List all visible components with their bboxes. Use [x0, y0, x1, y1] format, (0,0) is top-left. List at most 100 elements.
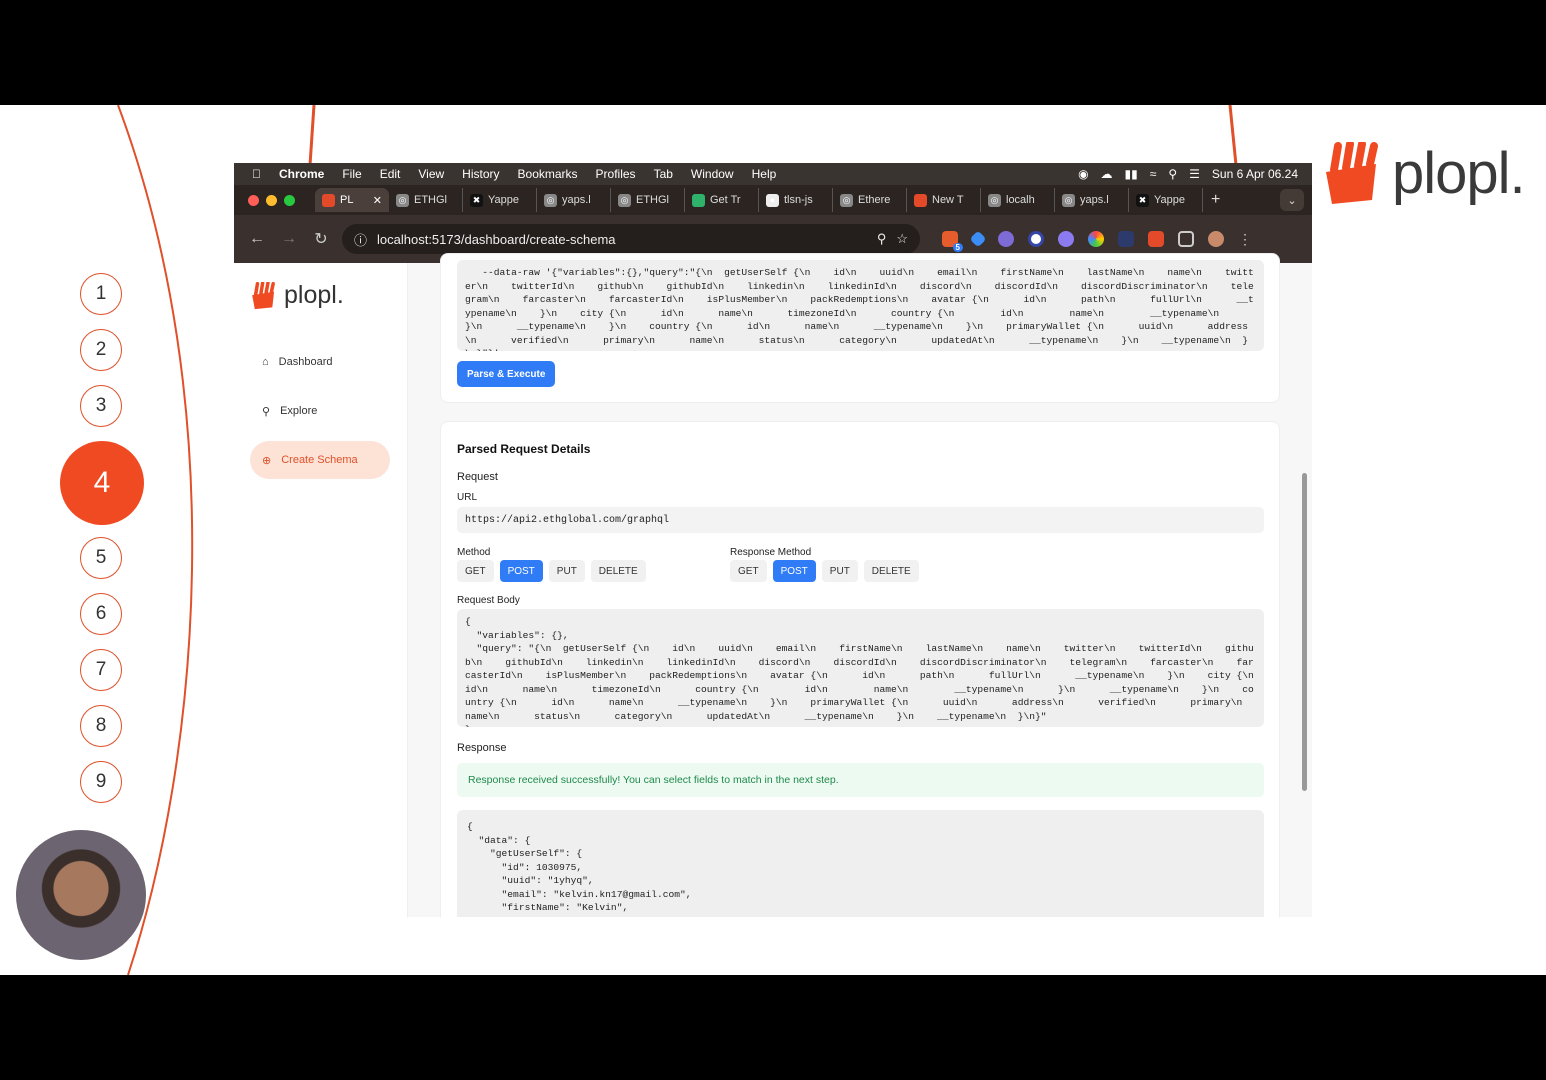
curl-input-card: --data-raw '{"variables":{},"query":"{\n… [440, 253, 1280, 403]
zoom-icon[interactable]: ⚲ [877, 231, 887, 247]
page-scrollbar[interactable] [1302, 473, 1307, 791]
url-label: URL [457, 492, 478, 503]
response-method-get-button[interactable]: GET [730, 560, 767, 582]
step-1: 1 [80, 273, 122, 315]
back-arrow-icon[interactable]: ← [246, 230, 268, 248]
method-label: Method [457, 547, 491, 558]
menu-window[interactable]: Window [691, 167, 734, 181]
extension-circle-icon[interactable] [1028, 231, 1044, 247]
sidebar-item-explore[interactable]: ⚲ Explore [250, 392, 390, 430]
step-3: 3 [80, 385, 122, 427]
browser-tab-label: Ethere [858, 194, 891, 206]
bookmark-star-icon[interactable]: ☆ [896, 231, 908, 247]
x-icon: ✖ [470, 193, 483, 207]
browser-tab[interactable]: ✖ Yappe [463, 188, 537, 212]
control-center-icon[interactable]: ☰ [1189, 167, 1200, 181]
step-2: 2 [80, 329, 122, 371]
home-icon: ⌂ [262, 356, 269, 368]
close-window-button[interactable] [248, 194, 259, 206]
extension-fox-icon[interactable]: 5 [942, 231, 963, 252]
window-controls [248, 194, 295, 206]
extension-bird-icon[interactable] [998, 231, 1014, 247]
method-put-button[interactable]: PUT [548, 560, 585, 582]
response-heading: Response [457, 742, 507, 754]
url-text[interactable]: localhost:5173/dashboard/create-schema [377, 232, 867, 247]
sidebar-item-label: Dashboard [278, 356, 333, 368]
response-method-put-button[interactable]: PUT [821, 560, 858, 582]
apple-icon[interactable]:  [252, 167, 261, 181]
menu-clock[interactable]: Sun 6 Apr 06.24 [1212, 167, 1298, 181]
browser-tab-label: Yappe [488, 194, 519, 206]
method-delete-button[interactable]: DELETE [590, 560, 646, 582]
extensions-puzzle-icon[interactable] [1178, 231, 1194, 247]
search-icon[interactable]: ⚲ [1168, 167, 1177, 181]
tab-strip: PL ✕ ◎ ETHGl ✖ Yappe ◎ yaps.l ◎ ETHGl Get Tr ● tlsn-… [315, 188, 1203, 212]
battery-icon[interactable]: ▮▮ [1125, 167, 1138, 181]
menu-view[interactable]: View [418, 167, 444, 181]
browser-tab[interactable]: ◎ ETHGl [389, 188, 463, 212]
wifi-icon[interactable]: ≈ [1150, 167, 1157, 181]
browser-tab[interactable]: ✖ Yappe [1129, 188, 1203, 212]
forward-arrow-icon[interactable]: → [278, 230, 300, 248]
site-info-icon[interactable]: ⓘ [354, 230, 367, 249]
menu-help[interactable]: Help [752, 167, 777, 181]
browser-tab[interactable]: ◎ yaps.l [1055, 188, 1129, 212]
new-tab-icon[interactable]: + [1211, 191, 1220, 209]
globe-icon: ◎ [988, 193, 1001, 207]
sidebar-item-create-schema[interactable]: ⊕ Create Schema [250, 441, 390, 479]
extension-color-icon[interactable] [1088, 231, 1104, 247]
response-method-post-button[interactable]: POST [772, 560, 816, 582]
profile-avatar[interactable] [1208, 231, 1224, 247]
browser-tab[interactable]: ◎ localh [981, 188, 1055, 212]
browser-tab[interactable]: ◎ Ethere [833, 188, 907, 212]
extension-diamond-icon[interactable] [969, 230, 987, 248]
browser-tab-label: Yappe [1154, 194, 1185, 206]
method-get-button[interactable]: GET [457, 560, 494, 582]
x-icon: ✖ [1136, 193, 1149, 207]
slide-brand-logo: plopl. [1322, 140, 1526, 207]
presenter-webcam [16, 830, 146, 960]
minimize-window-button[interactable] [266, 194, 277, 206]
menu-bookmarks[interactable]: Bookmarks [518, 167, 578, 181]
browser-tab[interactable]: ● tlsn-js [759, 188, 833, 212]
request-body-field[interactable]: { "variables": {}, "query": "{\n getUser… [457, 609, 1264, 727]
method-post-button[interactable]: POST [499, 560, 543, 582]
browser-tab[interactable]: ◎ yaps.l [537, 188, 611, 212]
request-url-field[interactable]: https://api2.ethglobal.com/graphql [457, 507, 1264, 533]
success-alert: Response received successfully! You can … [457, 763, 1264, 797]
response-method-selector: GET POST PUT DELETE [730, 560, 919, 582]
menu-edit[interactable]: Edit [380, 167, 401, 181]
menu-app-name[interactable]: Chrome [279, 167, 324, 181]
browser-tab[interactable]: PL ✕ [315, 188, 389, 212]
menu-profiles[interactable]: Profiles [596, 167, 636, 181]
browser-tab-label: New T [932, 194, 964, 206]
browser-tab[interactable]: New T [907, 188, 981, 212]
close-tab-icon[interactable]: ✕ [373, 194, 382, 207]
tab-search-chevron-icon[interactable]: ⌄ [1280, 189, 1304, 211]
address-bar[interactable]: ⓘ localhost:5173/dashboard/create-schema… [342, 224, 920, 254]
browser-tab[interactable]: Get Tr [685, 188, 759, 212]
extension-plopl-icon[interactable] [1148, 231, 1164, 247]
response-json-viewer[interactable]: { "data": { "getUserSelf": { "id": 10309… [457, 810, 1264, 917]
reload-icon[interactable]: ↻ [310, 229, 332, 249]
sidebar-item-dashboard[interactable]: ⌂ Dashboard [250, 343, 390, 381]
menu-file[interactable]: File [342, 167, 361, 181]
globe-icon: ◎ [618, 193, 631, 207]
parse-execute-button[interactable]: Parse & Execute [457, 361, 556, 387]
menu-tab[interactable]: Tab [654, 167, 673, 181]
method-selector: GET POST PUT DELETE [457, 560, 646, 582]
cloud-icon[interactable]: ☁ [1101, 167, 1113, 181]
kebab-menu-icon[interactable]: ⋮ [1238, 231, 1254, 247]
plopl-logo-icon [252, 281, 275, 309]
extension-dark-icon[interactable] [1118, 231, 1134, 247]
browser-tab[interactable]: ◎ ETHGl [611, 188, 685, 212]
extension-ghost-icon[interactable] [1058, 231, 1074, 247]
menu-history[interactable]: History [462, 167, 499, 181]
menu-status-area: ◉ ☁ ▮▮ ≈ ⚲ ☰ Sun 6 Apr 06.24 [1078, 167, 1312, 181]
record-icon[interactable]: ◉ [1078, 167, 1088, 181]
browser-tab-label: ETHGl [414, 194, 447, 206]
response-method-delete-button[interactable]: DELETE [863, 560, 919, 582]
maximize-window-button[interactable] [284, 194, 295, 206]
curl-textarea[interactable]: --data-raw '{"variables":{},"query":"{\n… [457, 260, 1264, 351]
app-logo[interactable]: plopl. [250, 281, 344, 310]
